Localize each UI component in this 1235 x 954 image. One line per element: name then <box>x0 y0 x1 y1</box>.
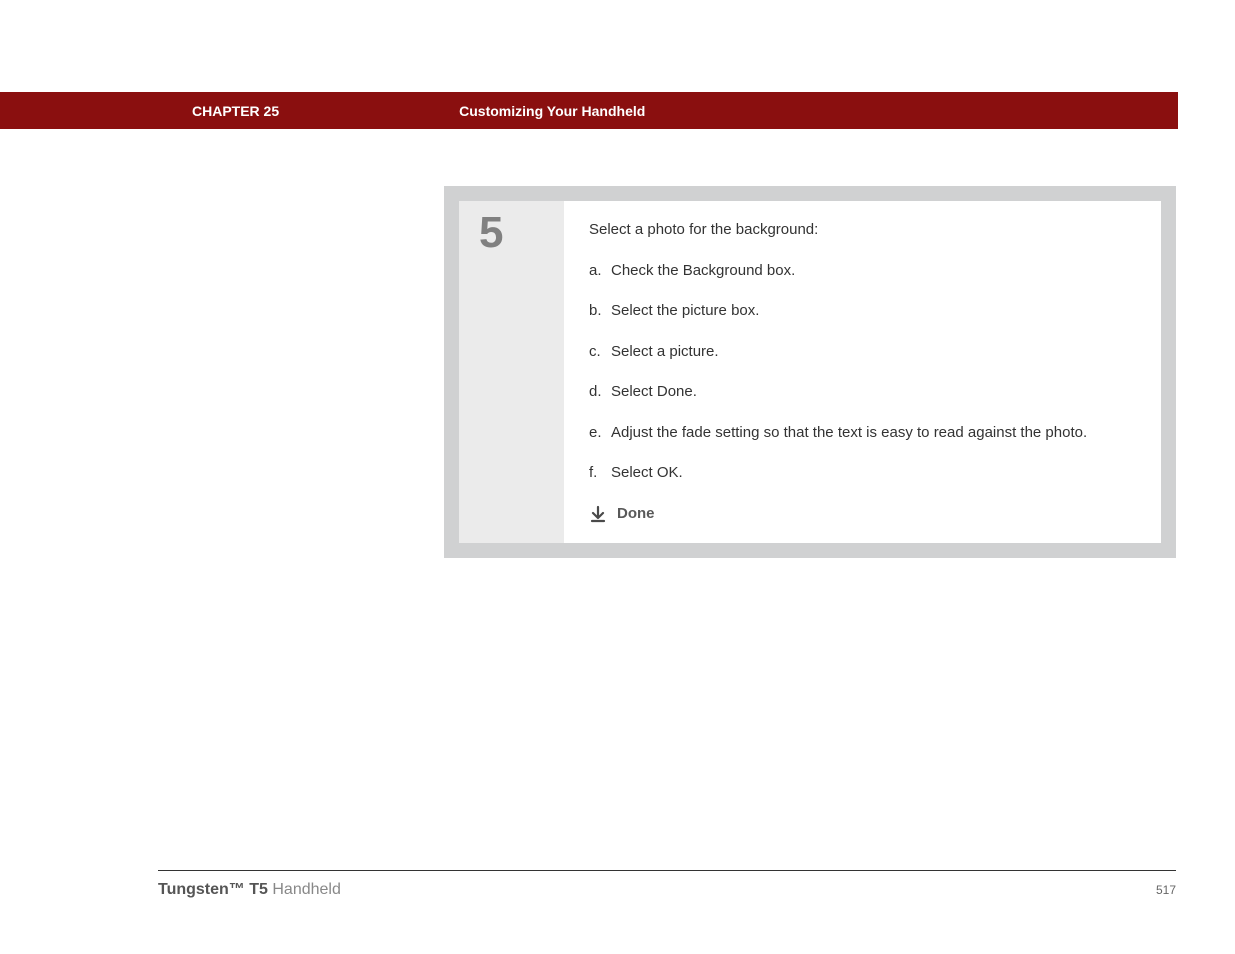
substep-list: a. Check the Background box. b. Select t… <box>589 260 1141 485</box>
arrow-down-to-line-icon <box>589 505 607 523</box>
substep-text: Check the Background box. <box>611 260 795 283</box>
substep-marker: b. <box>589 300 611 323</box>
substep-text: Select the picture box. <box>611 300 759 323</box>
substep-marker: c. <box>589 341 611 364</box>
substep-item: d. Select Done. <box>589 381 1141 404</box>
substep-marker: f. <box>589 462 611 485</box>
substep-text: Select a picture. <box>611 341 719 364</box>
chapter-title: Customizing Your Handheld <box>459 103 645 119</box>
page-number: 517 <box>1156 883 1176 897</box>
step-box: 5 Select a photo for the background: a. … <box>444 186 1176 558</box>
chapter-label: CHAPTER 25 <box>192 103 279 119</box>
page-footer: Tungsten™ T5 Handheld 517 <box>158 870 1176 899</box>
chapter-header: CHAPTER 25 Customizing Your Handheld <box>0 92 1178 129</box>
step-number: 5 <box>479 211 544 255</box>
step-content: Select a photo for the background: a. Ch… <box>564 201 1161 543</box>
done-row: Done <box>589 503 1141 526</box>
product-name-bold: Tungsten™ T5 <box>158 881 268 898</box>
product-name: Tungsten™ T5 Handheld <box>158 881 341 899</box>
substep-item: b. Select the picture box. <box>589 300 1141 323</box>
substep-marker: d. <box>589 381 611 404</box>
substep-text: Select Done. <box>611 381 697 404</box>
substep-text: Adjust the fade setting so that the text… <box>611 422 1087 445</box>
substep-item: a. Check the Background box. <box>589 260 1141 283</box>
substep-item: e. Adjust the fade setting so that the t… <box>589 422 1141 445</box>
footer-divider <box>158 870 1176 871</box>
product-name-rest: Handheld <box>268 881 341 898</box>
substep-marker: a. <box>589 260 611 283</box>
substep-item: f. Select OK. <box>589 462 1141 485</box>
substep-text: Select OK. <box>611 462 683 485</box>
substep-marker: e. <box>589 422 611 445</box>
substep-item: c. Select a picture. <box>589 341 1141 364</box>
done-label: Done <box>617 503 655 526</box>
footer-row: Tungsten™ T5 Handheld 517 <box>158 881 1176 899</box>
step-intro: Select a photo for the background: <box>589 219 1141 242</box>
step-number-cell: 5 <box>459 201 564 543</box>
step-inner: 5 Select a photo for the background: a. … <box>459 201 1161 543</box>
